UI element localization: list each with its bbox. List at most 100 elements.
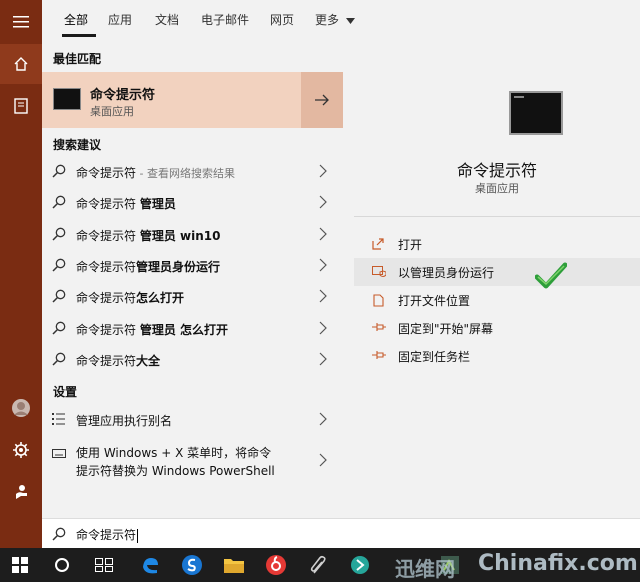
best-match-expand-button[interactable] <box>301 72 343 128</box>
sogou-taskbar-button[interactable] <box>172 548 212 582</box>
suggestion-bold-text: 管理员 <box>139 197 176 211</box>
chevron-right-icon <box>319 453 327 467</box>
best-match-item: 命令提示符 桌面应用 <box>42 72 343 128</box>
active-tab-indicator <box>62 34 96 37</box>
home-icon <box>14 57 28 71</box>
suggestion-bold-text: 大全 <box>136 354 161 368</box>
settings-item-line1: 使用 Windows + X 菜单时，将命令 <box>76 446 272 460</box>
avatar-icon <box>12 399 30 417</box>
tab-all[interactable]: 全部 <box>64 11 88 28</box>
suggestion-row[interactable]: 命令提示符怎么打开 <box>42 281 343 312</box>
cortana-icon <box>55 558 69 572</box>
search-icon <box>52 164 66 178</box>
hamburger-menu-button[interactable] <box>0 2 42 42</box>
search-icon <box>52 321 66 335</box>
detail-title: 命令提示符 <box>456 161 537 180</box>
netease-music-button[interactable] <box>256 548 296 582</box>
pin-to-start-label: 固定到"开始"屏幕 <box>398 322 494 336</box>
section-settings: 设置 <box>53 385 78 399</box>
suggestion-row[interactable]: 命令提示符大全 <box>42 344 343 375</box>
watermark-site-text: Chinafix.com <box>478 551 638 576</box>
checkmark-icon <box>535 262 567 289</box>
terminal-icon <box>509 91 563 135</box>
folder-icon <box>224 559 244 573</box>
tab-web[interactable]: 网页 <box>270 11 294 28</box>
tab-email[interactable]: 电子邮件 <box>201 11 249 28</box>
detail-pane: 命令提示符 桌面应用 打开 以管理员身份运行 打开文件位置 固定到"开始"屏幕 … <box>354 40 640 518</box>
tab-documents[interactable]: 文档 <box>155 11 179 28</box>
suggestion-row[interactable]: 命令提示符管理员身份运行 <box>42 250 343 281</box>
cortana-button[interactable] <box>42 548 82 582</box>
section-best-match: 最佳匹配 <box>53 52 102 66</box>
suggestion-row[interactable]: 命令提示符 管理员 怎么打开 <box>42 313 343 344</box>
search-box[interactable]: 命令提示符 <box>42 518 640 548</box>
search-icon <box>52 258 66 272</box>
documents-button[interactable] <box>0 86 42 126</box>
shield-window-icon <box>372 266 386 277</box>
file-location-icon <box>373 294 384 307</box>
home-button[interactable] <box>0 44 42 84</box>
tab-more[interactable]: 更多 <box>315 11 355 28</box>
settings-button[interactable] <box>0 430 42 470</box>
file-explorer-button[interactable] <box>214 548 254 582</box>
suggestion-bold-text: 管理员 win10 <box>139 229 221 243</box>
edge-taskbar-button[interactable] <box>130 548 170 582</box>
suggestion-row[interactable]: 命令提示符 - 查看网络搜索结果 <box>42 156 343 187</box>
best-match-open[interactable]: 命令提示符 桌面应用 <box>42 72 300 128</box>
watermark-logo-text: 迅维网 <box>395 557 455 581</box>
divider <box>354 216 640 217</box>
windows-logo-icon <box>12 557 28 573</box>
search-input[interactable]: 命令提示符 <box>76 528 136 542</box>
notebook-icon <box>14 98 28 114</box>
start-button[interactable] <box>0 548 40 582</box>
settings-row[interactable]: 管理应用执行别名 <box>42 404 343 435</box>
search-icon <box>52 352 66 366</box>
open-action-label: 打开 <box>398 238 423 252</box>
app-icon <box>351 556 369 574</box>
attachment-app-button[interactable] <box>298 548 338 582</box>
sogou-icon <box>182 555 202 575</box>
start-search-window: 全部 应用 文档 电子邮件 网页 更多 最佳匹配 命令提示符 桌面应用 搜索建议… <box>0 0 640 582</box>
feedback-button[interactable] <box>0 472 42 512</box>
tab-more-label: 更多 <box>315 13 340 27</box>
pin-to-start-action[interactable]: 固定到"开始"屏幕 <box>354 314 640 342</box>
suggestion-row[interactable]: 命令提示符 管理员 <box>42 187 343 218</box>
detail-subtitle: 桌面应用 <box>475 182 519 195</box>
music-app-icon <box>266 555 286 575</box>
tab-apps[interactable]: 应用 <box>108 11 132 28</box>
chevron-right-icon <box>319 227 327 241</box>
section-search-suggestions: 搜索建议 <box>53 138 102 152</box>
pin-icon <box>372 351 386 359</box>
settings-item-label: 管理应用执行别名 <box>76 414 173 428</box>
task-view-button[interactable] <box>84 548 124 582</box>
suggestion-text: 命令提示符 <box>76 354 137 368</box>
chevron-right-icon <box>319 289 327 303</box>
results-list: 最佳匹配 命令提示符 桌面应用 搜索建议 命令提示符 - 查看网络搜索结果 命令… <box>42 40 343 518</box>
run-as-admin-action[interactable]: 以管理员身份运行 <box>354 258 640 286</box>
suggestion-text: 命令提示符 <box>76 291 137 305</box>
paperclip-icon <box>310 555 326 574</box>
user-avatar-button[interactable] <box>0 388 42 428</box>
settings-row[interactable]: 使用 Windows + X 菜单时，将命令 提示符替换为 Windows Po… <box>42 438 343 482</box>
app-taskbar-button[interactable] <box>340 548 380 582</box>
search-icon <box>52 527 66 541</box>
open-action[interactable]: 打开 <box>354 230 640 258</box>
search-tabs: 全部 应用 文档 电子邮件 网页 更多 <box>42 0 640 40</box>
hamburger-icon <box>13 16 29 28</box>
chevron-right-icon <box>319 164 327 178</box>
suggestion-bold-text: 怎么打开 <box>136 291 185 305</box>
chevron-right-icon <box>319 258 327 272</box>
suggestion-bold-text: 管理员 怎么打开 <box>139 323 229 337</box>
open-file-location-action[interactable]: 打开文件位置 <box>354 286 640 314</box>
best-match-subtitle: 桌面应用 <box>90 105 134 118</box>
keyboard-icon <box>52 449 66 458</box>
pin-to-taskbar-action[interactable]: 固定到任务栏 <box>354 342 640 370</box>
best-match-title: 命令提示符 <box>90 88 156 103</box>
chevron-right-icon <box>319 412 327 426</box>
suggestion-text: 命令提示符 <box>76 229 140 243</box>
feedback-icon <box>16 485 27 499</box>
suggestion-row[interactable]: 命令提示符 管理员 win10 <box>42 219 343 250</box>
list-settings-icon <box>52 413 65 425</box>
pin-icon <box>372 323 386 331</box>
pin-to-taskbar-label: 固定到任务栏 <box>398 350 471 364</box>
